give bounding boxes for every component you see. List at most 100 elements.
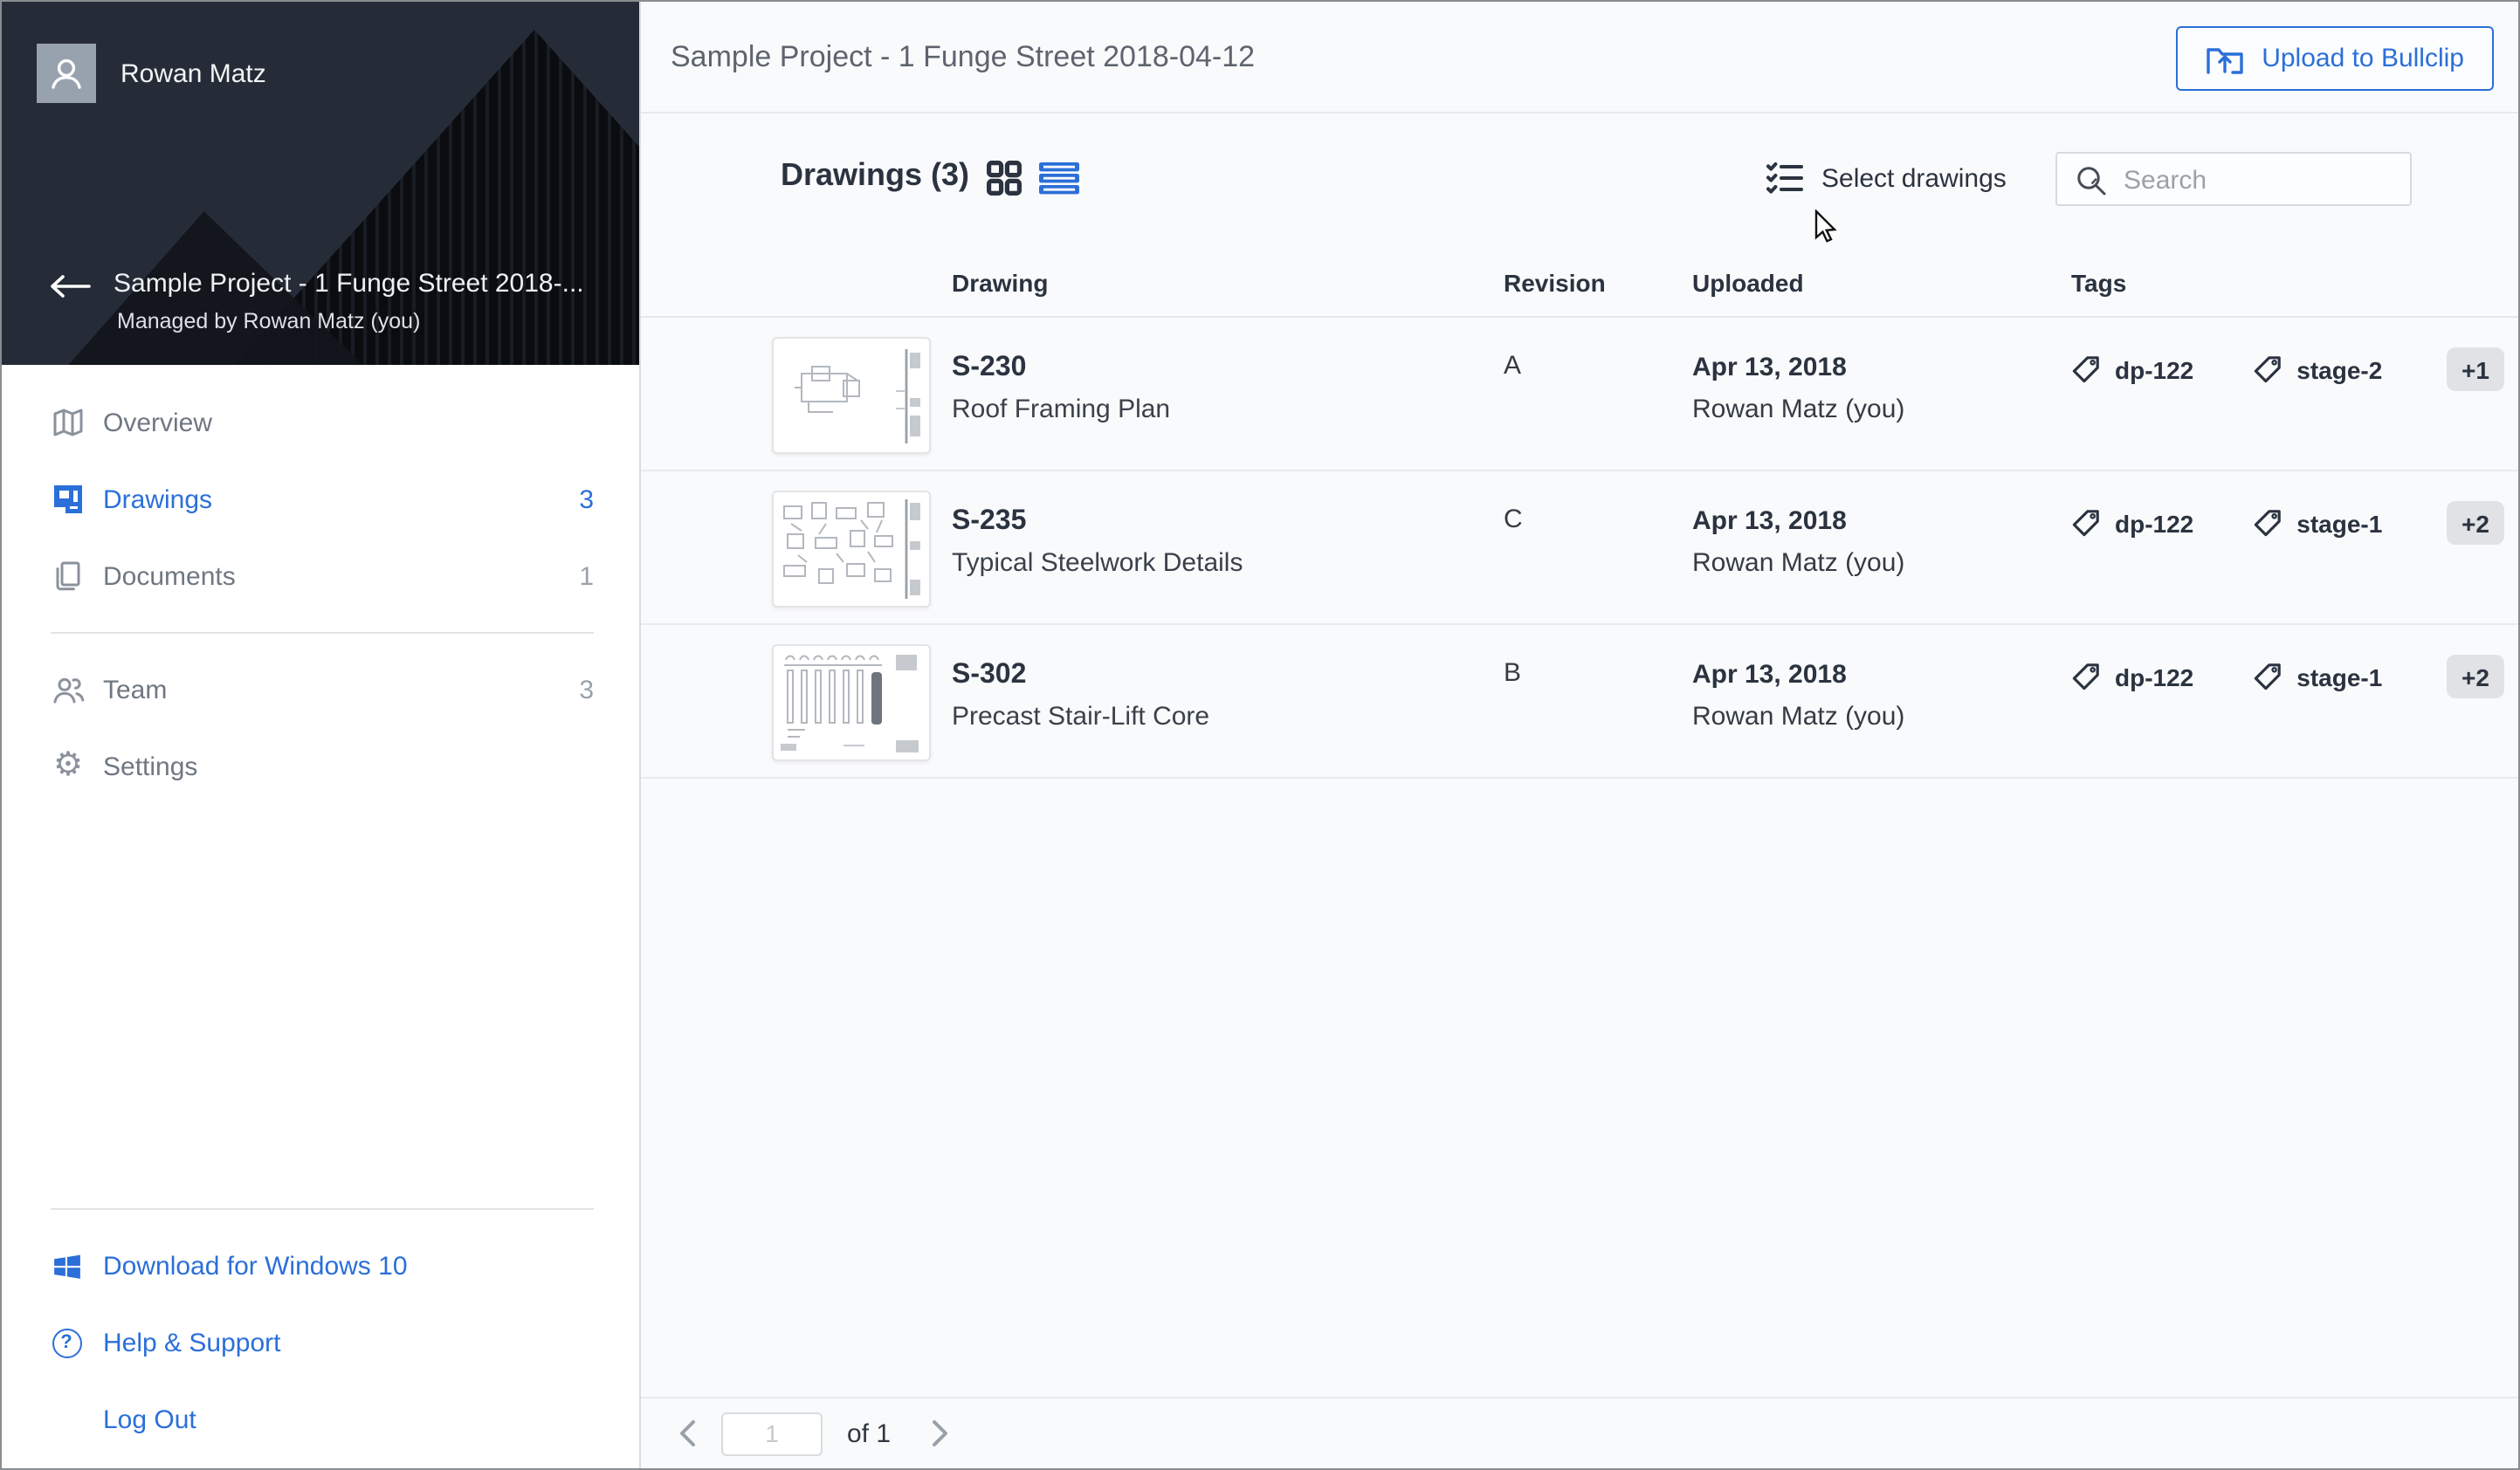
drawing-thumbnail[interactable] xyxy=(772,337,931,454)
drawings-list: S-230 Roof Framing Plan A Apr 13, 2018 R… xyxy=(641,318,2518,779)
search-input[interactable] xyxy=(2120,154,2406,208)
drawing-code: S-230 xyxy=(952,353,1027,382)
back-arrow-icon[interactable] xyxy=(47,274,93,299)
app-window: Rowan Matz Sample Project - 1 Funge Stre… xyxy=(0,0,2520,1470)
revision-cell: C xyxy=(1504,505,1523,534)
table-row[interactable]: S-302 Precast Stair-Lift Core B Apr 13, … xyxy=(641,625,2518,779)
revision-cell: B xyxy=(1504,658,1522,688)
tag-chip[interactable]: stage-2 xyxy=(2253,354,2382,384)
column-header-tags: Tags xyxy=(2071,269,2127,297)
uploaded-date: Apr 13, 2018 xyxy=(1692,353,1847,382)
help-support-link[interactable]: ? Help & Support xyxy=(2,1304,639,1381)
uploaded-cell: Apr 13, 2018 Rowan Matz (you) xyxy=(1692,347,1904,429)
table-header: Drawing Revision Uploaded Tags xyxy=(641,250,2518,318)
table-row[interactable]: S-230 Roof Framing Plan A Apr 13, 2018 R… xyxy=(641,318,2518,471)
tag-chip[interactable]: stage-1 xyxy=(2253,662,2382,691)
sidebar-item-label: Documents xyxy=(103,561,236,591)
sidebar-nav: Overview Drawings 3 Documents 1 Team 3 ⚙… xyxy=(2,384,639,805)
more-tags-badge[interactable]: +2 xyxy=(2447,655,2504,698)
nav-divider xyxy=(51,632,594,634)
map-icon xyxy=(51,405,86,440)
sidebar-footer: Download for Windows 10 ? Help & Support… xyxy=(2,1208,639,1458)
download-windows-label: Download for Windows 10 xyxy=(103,1251,408,1281)
sidebar-item-settings[interactable]: ⚙ Settings xyxy=(2,728,639,805)
documents-icon xyxy=(51,559,86,594)
drawing-name-cell: S-235 Typical Steelwork Details xyxy=(952,501,1243,583)
sidebar-item-label: Team xyxy=(103,675,168,704)
sidebar-item-count: 3 xyxy=(579,484,594,514)
tag-icon xyxy=(2255,356,2282,383)
uploaded-by: Rowan Matz (you) xyxy=(1692,702,1905,732)
topbar: Sample Project - 1 Funge Street 2018-04-… xyxy=(641,2,2518,113)
project-subtitle: Managed by Rowan Matz (you) xyxy=(117,309,421,333)
drawings-heading: Drawings (3) xyxy=(781,157,970,192)
checklist-icon xyxy=(1766,162,1803,194)
windows-icon xyxy=(51,1250,82,1281)
column-header-uploaded: Uploaded xyxy=(1692,269,1804,297)
sidebar-item-label: Drawings xyxy=(103,484,213,514)
drawing-thumbnail[interactable] xyxy=(772,644,931,761)
upload-to-bullclip-button[interactable]: Upload to Bullclip xyxy=(2176,26,2494,91)
tag-label: dp-122 xyxy=(2115,355,2194,383)
sidebar-item-count: 3 xyxy=(579,675,594,704)
tag-icon xyxy=(2072,356,2099,383)
search-icon xyxy=(2077,167,2106,196)
stair-core-preview xyxy=(781,655,919,752)
avatar[interactable] xyxy=(37,44,96,103)
sidebar-item-overview[interactable]: Overview xyxy=(2,384,639,461)
drawings-icon xyxy=(51,482,86,517)
tag-chip[interactable]: dp-122 xyxy=(2071,662,2193,691)
drawing-title: Precast Stair-Lift Core xyxy=(952,702,1210,732)
grid-view-icon[interactable] xyxy=(985,159,1023,197)
sidebar-item-team[interactable]: Team 3 xyxy=(2,651,639,728)
team-icon xyxy=(51,672,86,707)
user-name: Rowan Matz xyxy=(120,58,266,88)
pagination-bar: of 1 xyxy=(641,1397,2518,1468)
sidebar-item-drawings[interactable]: Drawings 3 xyxy=(2,461,639,538)
select-drawings-button[interactable]: Select drawings xyxy=(1766,161,2007,196)
drawing-name-cell: S-230 Roof Framing Plan xyxy=(952,347,1170,429)
list-view-icon[interactable] xyxy=(1037,159,1079,197)
revision-cell: A xyxy=(1504,351,1522,381)
drawing-title: Typical Steelwork Details xyxy=(952,548,1243,578)
footer-divider xyxy=(51,1208,594,1210)
logout-link[interactable]: Log Out xyxy=(2,1381,639,1458)
select-drawings-label: Select drawings xyxy=(1821,163,2007,193)
more-tags-badge[interactable]: +1 xyxy=(2447,347,2504,391)
table-row[interactable]: S-235 Typical Steelwork Details C Apr 13… xyxy=(641,471,2518,625)
mouse-cursor xyxy=(1814,209,1837,251)
tag-icon xyxy=(2072,663,2099,690)
tags-cell: dp-122 stage-2 xyxy=(2071,354,2441,384)
tag-chip[interactable]: dp-122 xyxy=(2071,354,2193,384)
drawing-code: S-235 xyxy=(952,506,1027,536)
drawing-code: S-302 xyxy=(952,660,1027,690)
tag-icon xyxy=(2255,510,2282,537)
tags-cell: dp-122 stage-1 xyxy=(2071,662,2441,691)
steelwork-details-preview xyxy=(783,499,920,599)
project-title: Sample Project - 1 Funge Street 2018-... xyxy=(114,269,584,299)
uploaded-cell: Apr 13, 2018 Rowan Matz (you) xyxy=(1692,655,1904,737)
download-windows-link[interactable]: Download for Windows 10 xyxy=(2,1227,639,1304)
chevron-right-icon[interactable] xyxy=(926,1419,954,1447)
more-tags-badge[interactable]: +2 xyxy=(2447,501,2504,545)
chevron-left-icon[interactable] xyxy=(672,1419,700,1447)
user-account[interactable]: Rowan Matz xyxy=(37,44,266,103)
column-header-revision: Revision xyxy=(1504,269,1606,297)
sidebar-item-label: Settings xyxy=(103,752,198,781)
main-panel: Sample Project - 1 Funge Street 2018-04-… xyxy=(641,2,2518,1468)
tag-chip[interactable]: dp-122 xyxy=(2071,508,2193,538)
folder-upload-icon xyxy=(2207,47,2243,73)
tag-chip[interactable]: stage-1 xyxy=(2253,508,2382,538)
logout-label: Log Out xyxy=(103,1405,196,1434)
sidebar: Rowan Matz Sample Project - 1 Funge Stre… xyxy=(2,2,641,1468)
page-number-input[interactable] xyxy=(721,1412,823,1455)
sidebar-item-label: Overview xyxy=(103,408,213,437)
uploaded-by: Rowan Matz (you) xyxy=(1692,548,1905,578)
help-icon: ? xyxy=(51,1327,82,1358)
drawing-thumbnail[interactable] xyxy=(772,491,931,608)
tag-label: dp-122 xyxy=(2115,663,2194,690)
page-count-label: of 1 xyxy=(847,1418,892,1448)
sidebar-item-documents[interactable]: Documents 1 xyxy=(2,538,639,615)
tag-icon xyxy=(2072,510,2099,537)
uploaded-date: Apr 13, 2018 xyxy=(1692,660,1847,690)
